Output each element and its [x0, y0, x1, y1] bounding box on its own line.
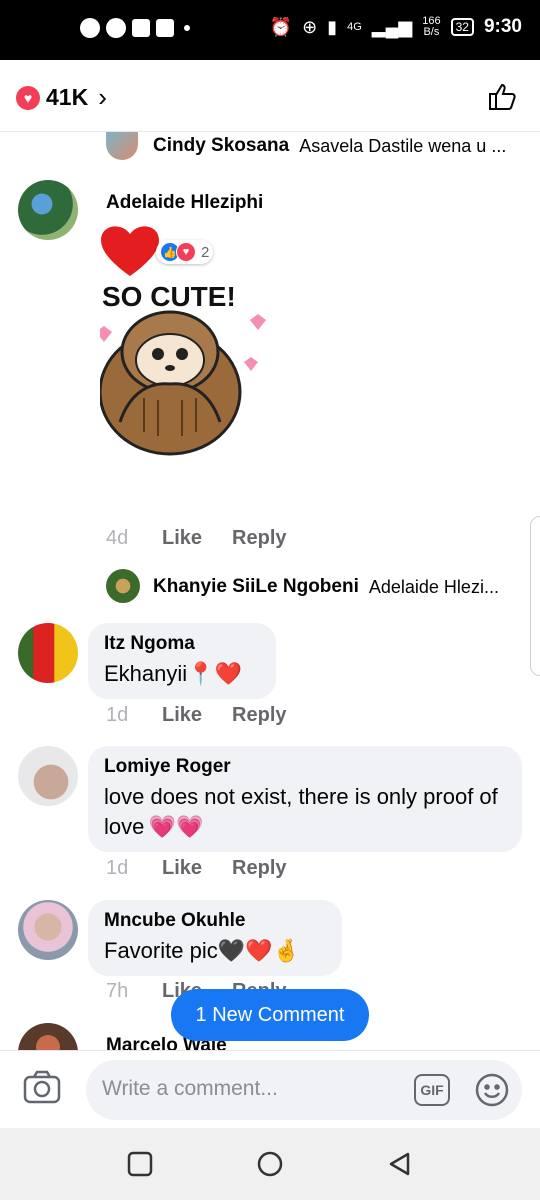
comment-actions: 1d Like Reply — [106, 704, 287, 727]
messenger-icon — [80, 18, 100, 38]
more-notifications-dot — [184, 25, 190, 31]
reply-snippet: Adelaide Hlezi... — [368, 576, 499, 597]
emoji-icon[interactable] — [474, 1072, 510, 1113]
comment-author[interactable]: Adelaide Hleziphi — [106, 192, 263, 214]
whatsapp-icon — [106, 18, 126, 38]
comment-bubble[interactable]: Lomiye Roger love does not exist, there … — [88, 746, 522, 852]
like-icon[interactable] — [486, 80, 518, 117]
comment-emoji: 🖤❤️🤞 — [217, 938, 300, 963]
love-reaction-icon: ♥ — [176, 242, 196, 262]
comment-actions: 4d Like Reply — [106, 527, 287, 550]
avatar[interactable] — [18, 623, 78, 683]
scrollbar[interactable] — [530, 516, 540, 676]
alarm-icon: ⏰ — [269, 16, 293, 37]
net-speed: 166 B/s — [422, 16, 440, 38]
like-button[interactable]: Like — [162, 704, 202, 727]
avatar[interactable] — [106, 569, 140, 603]
comment-author: Mncube Okuhle — [104, 910, 246, 931]
new-comment-button[interactable]: 1 New Comment — [171, 989, 369, 1041]
reply-preview[interactable]: Khanyie SiiLe Ngobeni Adelaide Hlezi... — [153, 576, 499, 598]
app-icon — [132, 19, 150, 37]
avatar[interactable] — [18, 900, 78, 960]
comment-reactions[interactable]: 👍 ♥ 2 — [156, 240, 214, 264]
comment-time[interactable]: 1d — [106, 704, 132, 727]
comment-actions: 1d Like Reply — [106, 857, 287, 880]
signal-icon: ▂▄▆ — [371, 16, 413, 37]
recent-apps-icon[interactable] — [126, 1150, 154, 1183]
back-icon[interactable] — [386, 1150, 414, 1183]
data-saver-icon: ⊕ — [302, 16, 318, 37]
comment-time[interactable]: 7h — [106, 980, 132, 1003]
comment-input-container[interactable]: GIF — [86, 1060, 522, 1120]
home-icon[interactable] — [256, 1150, 284, 1183]
comment-text: Ekhanyii — [104, 661, 188, 686]
reply-button[interactable]: Reply — [232, 527, 286, 550]
avatar[interactable] — [106, 132, 138, 160]
system-nav-bar — [0, 1128, 540, 1200]
reply-snippet: Asavela Dastile wena u ... — [299, 135, 507, 156]
comment-text: Favorite pic — [104, 938, 218, 963]
reply-button[interactable]: Reply — [232, 704, 286, 727]
reactions-summary[interactable]: ♥ 41K › — [16, 82, 107, 113]
like-button[interactable]: Like — [162, 527, 202, 550]
status-time: 9:30 — [483, 16, 522, 37]
comment-author: Khanyie SiiLe Ngobeni — [153, 576, 359, 597]
comment-author: Cindy Skosana — [153, 135, 290, 156]
comment-time[interactable]: 1d — [106, 857, 132, 880]
comment-author: Itz Ngoma — [104, 633, 195, 654]
battery-icon: 32 — [450, 18, 474, 36]
comment-emoji: 📍❤️ — [187, 661, 242, 686]
net-speed-unit: B/s — [423, 26, 440, 38]
avatar[interactable] — [18, 180, 78, 240]
chevron-right-icon: › — [98, 82, 107, 112]
camera-icon[interactable] — [22, 1069, 62, 1110]
comment-time[interactable]: 4d — [106, 527, 132, 550]
reply-button[interactable]: Reply — [232, 857, 286, 880]
reply-preview[interactable]: Cindy Skosana Asavela Dastile wena u ... — [153, 135, 506, 157]
comment-author: Lomiye Roger — [104, 756, 231, 777]
love-reaction-icon: ♥ — [16, 85, 40, 110]
status-bar: ⏰ ⊕ ▮ 4G ▂▄▆ 166 B/s 32 9:30 — [0, 0, 540, 60]
comment-emoji: 💗💗 — [148, 814, 204, 839]
vibrate-icon: ▮ — [327, 16, 338, 37]
like-button[interactable]: Like — [162, 857, 202, 880]
comment-composer: GIF — [0, 1050, 540, 1128]
notification-icon — [156, 19, 174, 37]
reaction-count: 2 — [201, 243, 210, 261]
comment-bubble[interactable]: Itz Ngoma Ekhanyii📍❤️ — [88, 623, 276, 699]
comment-bubble[interactable]: Mncube Okuhle Favorite pic🖤❤️🤞 — [88, 900, 342, 976]
gif-icon[interactable]: GIF — [414, 1074, 450, 1106]
sticker-text: SO CUTE! — [102, 281, 236, 312]
comments-sheet: ♥ 41K › Cindy Skosana Asavela Dastile we… — [0, 60, 540, 1128]
comments-header: ♥ 41K › — [0, 60, 540, 132]
reaction-count: 41K — [46, 84, 89, 110]
comment-input[interactable] — [102, 1074, 402, 1104]
net-type: 4G — [347, 20, 362, 33]
avatar[interactable] — [18, 746, 78, 806]
